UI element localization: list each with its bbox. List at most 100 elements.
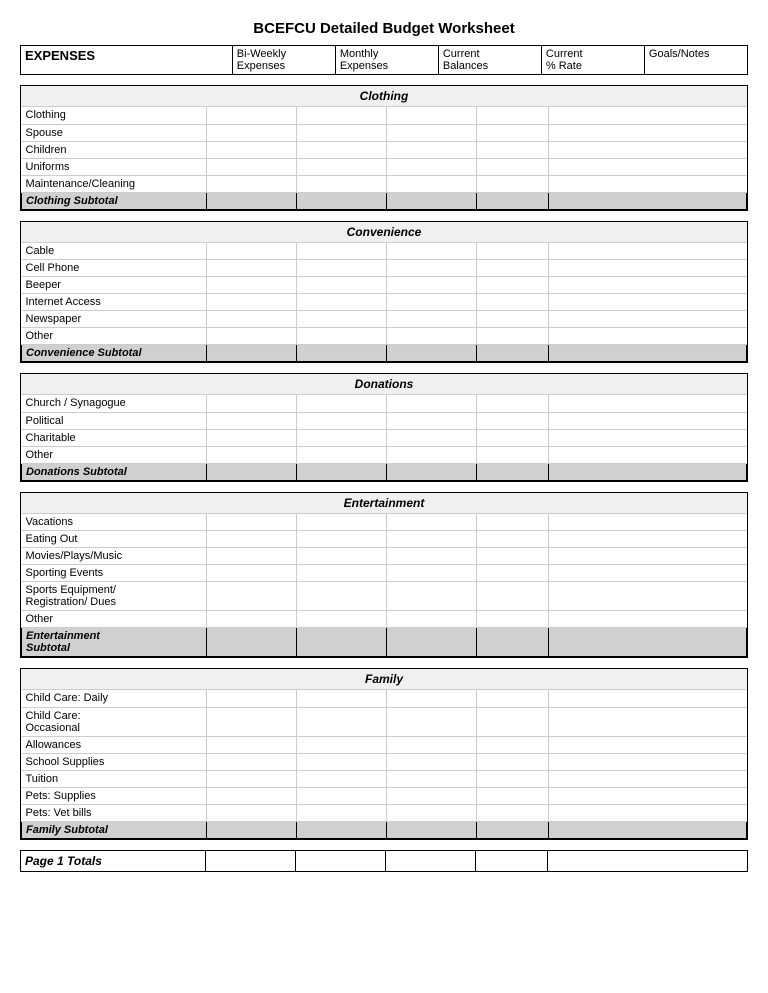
data-cell xyxy=(387,158,477,175)
data-cell xyxy=(477,260,549,277)
data-cell xyxy=(549,294,747,311)
data-cell xyxy=(297,565,387,582)
data-cell xyxy=(477,107,549,124)
table-row: Spouse xyxy=(22,124,747,141)
row-label: Sports Equipment/Registration/ Dues xyxy=(22,582,207,611)
data-cell xyxy=(387,582,477,611)
section-table-clothing: ClothingSpouseChildrenUniformsMaintenanc… xyxy=(21,107,747,210)
row-label: Internet Access xyxy=(22,294,207,311)
data-cell xyxy=(477,736,549,753)
data-cell xyxy=(549,243,747,260)
data-cell xyxy=(387,141,477,158)
page-totals-col5 xyxy=(548,850,748,871)
data-cell xyxy=(549,531,747,548)
page-totals-table: Page 1 Totals xyxy=(20,850,748,872)
section-table-donations: Church / SynagoguePoliticalCharitableOth… xyxy=(21,395,747,481)
data-cell xyxy=(477,787,549,804)
subtotal-cell xyxy=(297,345,387,362)
data-cell xyxy=(477,446,549,463)
data-cell xyxy=(549,260,747,277)
data-cell xyxy=(549,175,747,192)
page-totals-col1 xyxy=(206,850,296,871)
data-cell xyxy=(297,124,387,141)
subtotal-cell xyxy=(549,463,747,480)
subtotal-row: Clothing Subtotal xyxy=(22,192,747,209)
data-cell xyxy=(207,514,297,531)
row-label: Political xyxy=(22,412,207,429)
row-label: Cable xyxy=(22,243,207,260)
header-table: EXPENSES Bi-Weekly Expenses Monthly Expe… xyxy=(20,45,748,75)
subtotal-cell xyxy=(387,821,477,838)
subtotal-cell xyxy=(387,628,477,657)
data-cell xyxy=(549,736,747,753)
page-title: BCEFCU Detailed Budget Worksheet xyxy=(20,20,748,37)
data-cell xyxy=(387,328,477,345)
data-cell xyxy=(297,531,387,548)
row-label: Cell Phone xyxy=(22,260,207,277)
table-row: Clothing xyxy=(22,107,747,124)
data-cell xyxy=(207,429,297,446)
data-cell xyxy=(549,277,747,294)
data-cell xyxy=(549,548,747,565)
data-cell xyxy=(549,412,747,429)
subtotal-cell xyxy=(477,821,549,838)
data-cell xyxy=(207,531,297,548)
table-row: Political xyxy=(22,412,747,429)
data-cell xyxy=(387,565,477,582)
table-row: Allowances xyxy=(22,736,747,753)
row-label: Movies/Plays/Music xyxy=(22,548,207,565)
data-cell xyxy=(207,690,297,707)
data-cell xyxy=(207,736,297,753)
data-cell xyxy=(207,141,297,158)
data-cell xyxy=(477,707,549,736)
row-label: Other xyxy=(22,328,207,345)
subtotal-cell xyxy=(297,463,387,480)
row-label: Charitable xyxy=(22,429,207,446)
row-label: Allowances xyxy=(22,736,207,753)
data-cell xyxy=(477,311,549,328)
data-cell xyxy=(207,565,297,582)
row-label: Children xyxy=(22,141,207,158)
data-cell xyxy=(387,395,477,412)
data-cell xyxy=(297,243,387,260)
table-row: Charitable xyxy=(22,429,747,446)
data-cell xyxy=(207,582,297,611)
row-label: Pets: Vet bills xyxy=(22,804,207,821)
table-row: Sporting Events xyxy=(22,565,747,582)
subtotal-cell xyxy=(477,463,549,480)
data-cell xyxy=(549,514,747,531)
subtotal-label: EntertainmentSubtotal xyxy=(22,628,207,657)
data-cell xyxy=(387,446,477,463)
subtotal-label: Convenience Subtotal xyxy=(22,345,207,362)
data-cell xyxy=(387,770,477,787)
data-cell xyxy=(297,395,387,412)
subtotal-cell xyxy=(297,628,387,657)
data-cell xyxy=(207,707,297,736)
data-cell xyxy=(549,753,747,770)
subtotal-label: Donations Subtotal xyxy=(22,463,207,480)
data-cell xyxy=(387,294,477,311)
section-table-family: Child Care: DailyChild Care:OccasionalAl… xyxy=(21,690,747,839)
data-cell xyxy=(549,429,747,446)
data-cell xyxy=(549,124,747,141)
table-row: Movies/Plays/Music xyxy=(22,548,747,565)
data-cell xyxy=(477,141,549,158)
row-label: Sporting Events xyxy=(22,565,207,582)
data-cell xyxy=(477,328,549,345)
subtotal-cell xyxy=(387,345,477,362)
row-label: Uniforms xyxy=(22,158,207,175)
data-cell xyxy=(207,124,297,141)
table-row: Other xyxy=(22,328,747,345)
subtotal-row: Family Subtotal xyxy=(22,821,747,838)
subtotal-cell xyxy=(549,192,747,209)
subtotal-cell xyxy=(549,345,747,362)
data-cell xyxy=(387,429,477,446)
table-row: Eating Out xyxy=(22,531,747,548)
data-cell xyxy=(477,158,549,175)
row-label: Beeper xyxy=(22,277,207,294)
data-cell xyxy=(297,770,387,787)
data-cell xyxy=(207,412,297,429)
subtotal-cell xyxy=(297,821,387,838)
data-cell xyxy=(297,707,387,736)
data-cell xyxy=(477,412,549,429)
